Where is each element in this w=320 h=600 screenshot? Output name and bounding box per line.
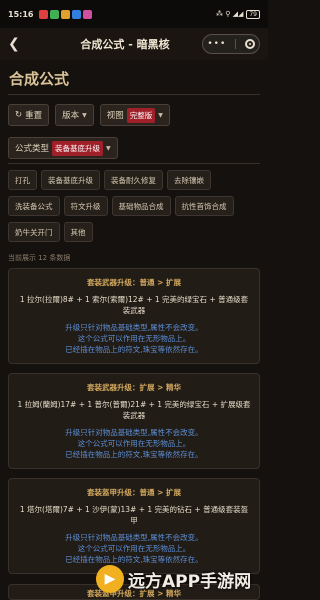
card-desc-line: 升级只针对物品基础类型,属性不会改变。 (65, 533, 203, 542)
filter-chip[interactable]: 去除镶嵌 (167, 170, 211, 190)
filter-row-3: 奶牛关开门 其他 (8, 222, 93, 242)
divider (8, 163, 260, 164)
filter-chip[interactable]: 装备基底升级 (41, 170, 100, 190)
app-icon (39, 9, 49, 19)
more-menu-icon[interactable]: ••• (207, 39, 226, 49)
caret-down-icon: ▼ (106, 144, 111, 152)
formula-type-label: 公式类型 (15, 144, 50, 154)
card-desc-line: 已经插在物品上的符文,珠宝等依然存在。 (65, 450, 203, 459)
formula-type-dropdown[interactable]: 公式类型 装备基底升级 ▼ (8, 137, 118, 159)
status-bar: 15:16 ⁂ ⚲ ◢◢ 79 (0, 0, 268, 28)
close-target-icon[interactable] (244, 39, 255, 49)
watermark-text: 远方APP手游网 (128, 571, 252, 592)
app-icon (50, 9, 60, 19)
formula-card: 套装武器升级：扩展 > 精华 1 拉姆(蘭姆)17# + 1 普尔(普爾)21#… (8, 373, 260, 469)
card-formula: 1 拉姆(蘭姆)17# + 1 普尔(普爾)21# + 1 完美的绿宝石 + 扩… (17, 400, 251, 420)
card-title: 套装武器升级：扩展 > 精华 (86, 383, 181, 392)
card-desc-line: 这个公式可以作用在无形物品上。 (77, 544, 191, 553)
version-label: 版本 (62, 111, 80, 121)
version-dropdown[interactable]: 版本 ▼ (55, 104, 94, 126)
status-app-icons (39, 9, 93, 19)
nav-bar: ❮ 合成公式 - 暗黑核 ••• (0, 28, 268, 60)
filter-chip[interactable]: 洗装备公式 (8, 196, 60, 216)
filter-chip[interactable]: 基础物品合成 (111, 196, 171, 216)
filter-chip[interactable]: 装备耐久修复 (104, 170, 163, 190)
caret-down-icon: ▼ (158, 111, 163, 119)
battery-icon: 79 (246, 9, 260, 19)
back-icon[interactable]: ❮ (8, 36, 24, 52)
refresh-icon: ↻ (15, 110, 23, 120)
type-filter-row: 公式类型 装备基底升级 ▼ (8, 136, 118, 159)
divider (8, 94, 260, 95)
app-icon (83, 9, 93, 19)
filter-chip[interactable]: 其他 (63, 222, 93, 242)
toolbar: ↻ 重置 版本 ▼ 视图 完整版 ▼ (8, 104, 170, 126)
card-title: 套装武器升级：普通 > 扩展 (86, 278, 181, 287)
filter-chip[interactable]: 打孔 (8, 170, 37, 190)
app-icon (72, 9, 82, 19)
formula-type-badge: 装备基底升级 (52, 140, 104, 156)
status-right: ⁂ ⚲ ◢◢ 79 (216, 9, 260, 19)
card-desc-line: 已经插在物品上的符文,珠宝等依然存在。 (65, 345, 203, 354)
view-dropdown[interactable]: 视图 完整版 ▼ (99, 104, 170, 126)
card-desc-line: 升级只针对物品基础类型,属性不会改变。 (65, 323, 203, 332)
view-badge: 完整版 (126, 107, 156, 123)
page-title: 合成公式 (9, 70, 70, 88)
mini-program-capsule: ••• (202, 34, 260, 54)
card-formula: 1 拉尔(拉爾)8# + 1 索尔(索爾)12# + 1 完美的绿宝石 + 普通… (19, 295, 249, 315)
filter-chip[interactable]: 奶牛关开门 (8, 222, 60, 242)
card-desc-line: 升级只针对物品基础类型,属性不会改变。 (65, 428, 203, 437)
app-icon (61, 9, 71, 19)
nav-title: 合成公式 - 暗黑核 (80, 38, 170, 51)
signal-icon: ⁂ ⚲ ◢◢ (216, 10, 244, 18)
filter-row-2: 洗装备公式 符文升级 基础物品合成 抗性首饰合成 (8, 196, 234, 216)
card-desc-line: 这个公式可以作用在无形物品上。 (77, 439, 191, 448)
card-title: 套装盔甲升级：普通 > 扩展 (86, 488, 181, 497)
reset-label: 重置 (25, 111, 43, 121)
card-desc-line: 这个公式可以作用在无形物品上。 (77, 334, 191, 343)
watermark-logo-icon: ▶ (96, 565, 124, 593)
reset-button[interactable]: ↻ 重置 (8, 104, 50, 126)
filter-chip[interactable]: 抗性首饰合成 (174, 196, 234, 216)
formula-card: 套装武器升级：普通 > 扩展 1 拉尔(拉爾)8# + 1 索尔(索爾)12# … (8, 268, 260, 364)
filter-chip[interactable]: 符文升级 (63, 196, 108, 216)
view-label: 视图 (106, 111, 124, 121)
caret-down-icon: ▼ (82, 111, 87, 119)
card-formula: 1 塔尔(塔爾)7# + 1 沙伊(蒙)13# + 1 完美的钻石 + 普通级套… (19, 505, 249, 525)
result-count: 当前展示 12 条数据 (8, 254, 71, 262)
filter-row-1: 打孔 装备基底升级 装备耐久修复 去除镶嵌 (8, 170, 211, 190)
watermark: ▶ 远方APP手游网 (96, 560, 266, 598)
capsule-divider (234, 39, 236, 49)
status-time: 15:16 (8, 9, 34, 19)
